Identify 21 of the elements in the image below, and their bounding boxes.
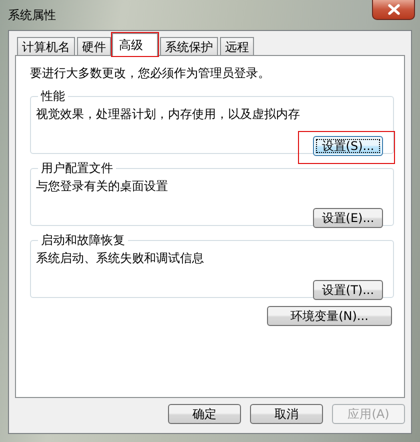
tab[interactable]: 高级: [112, 33, 158, 56]
dialog-button[interactable]: 确定: [168, 404, 241, 424]
tab[interactable]: 硬件: [77, 37, 111, 56]
close-button[interactable]: [372, 0, 415, 20]
tab[interactable]: 远程: [220, 37, 254, 56]
settings-button[interactable]: 设置(S)...: [313, 136, 383, 156]
group-title: 性能: [40, 88, 66, 105]
group-description: 系统启动、系统失败和调试信息: [36, 250, 205, 267]
window-title: 系统属性: [8, 7, 56, 24]
tab[interactable]: 计算机名: [17, 37, 75, 56]
close-icon: [388, 4, 400, 15]
tab[interactable]: 系统保护: [160, 37, 218, 56]
group-title: 用户配置文件: [40, 160, 114, 177]
environment-variables-button[interactable]: 环境变量(N)...: [267, 306, 392, 326]
notice-text: 要进行大多数更改，您必须作为管理员登录。: [30, 65, 271, 82]
settings-button[interactable]: 设置(E)...: [313, 208, 383, 228]
group-description: 与您登录有关的桌面设置: [36, 178, 169, 195]
group-title: 启动和故障恢复: [40, 232, 126, 249]
settings-button[interactable]: 设置(T)...: [313, 280, 383, 300]
group-description: 视觉效果，处理器计划，内存使用，以及虚拟内存: [36, 106, 301, 123]
dialog-button[interactable]: 取消: [250, 404, 323, 424]
